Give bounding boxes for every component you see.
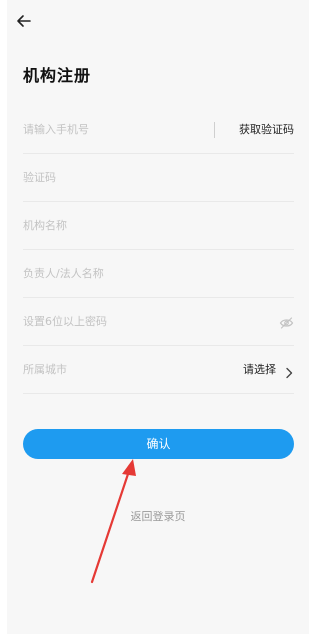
page-title: 机构注册 xyxy=(23,66,92,85)
org-name-input[interactable]: 机构名称 xyxy=(23,202,67,250)
password-input[interactable]: 设置6位以上密码 xyxy=(23,298,107,346)
org-name-field[interactable]: 机构名称 xyxy=(23,202,294,250)
registration-screen: 机构注册 请输入手机号 获取验证码 验证码 机构名称 负责人/法人名称 设置6位… xyxy=(7,0,309,634)
eye-hidden-icon[interactable] xyxy=(279,315,294,329)
back-to-login-link[interactable]: 返回登录页 xyxy=(7,508,309,524)
legal-person-field[interactable]: 负责人/法人名称 xyxy=(23,250,294,298)
city-select[interactable]: 请选择 xyxy=(243,346,276,394)
arrow-left-icon xyxy=(17,15,31,27)
phone-input[interactable]: 请输入手机号 xyxy=(23,106,89,154)
back-button[interactable] xyxy=(15,12,33,30)
code-field[interactable]: 验证码 xyxy=(23,154,294,202)
code-input[interactable]: 验证码 xyxy=(23,154,56,202)
phone-field[interactable]: 请输入手机号 获取验证码 xyxy=(23,106,294,154)
divider xyxy=(214,122,215,138)
city-label: 所属城市 xyxy=(23,363,67,376)
legal-person-input[interactable]: 负责人/法人名称 xyxy=(23,250,104,298)
chevron-right-icon xyxy=(284,364,294,379)
get-code-button[interactable]: 获取验证码 xyxy=(239,106,294,154)
confirm-button[interactable]: 确认 xyxy=(23,429,294,459)
password-field[interactable]: 设置6位以上密码 xyxy=(23,298,294,346)
city-field[interactable]: 所属城市 请选择 xyxy=(23,346,294,394)
